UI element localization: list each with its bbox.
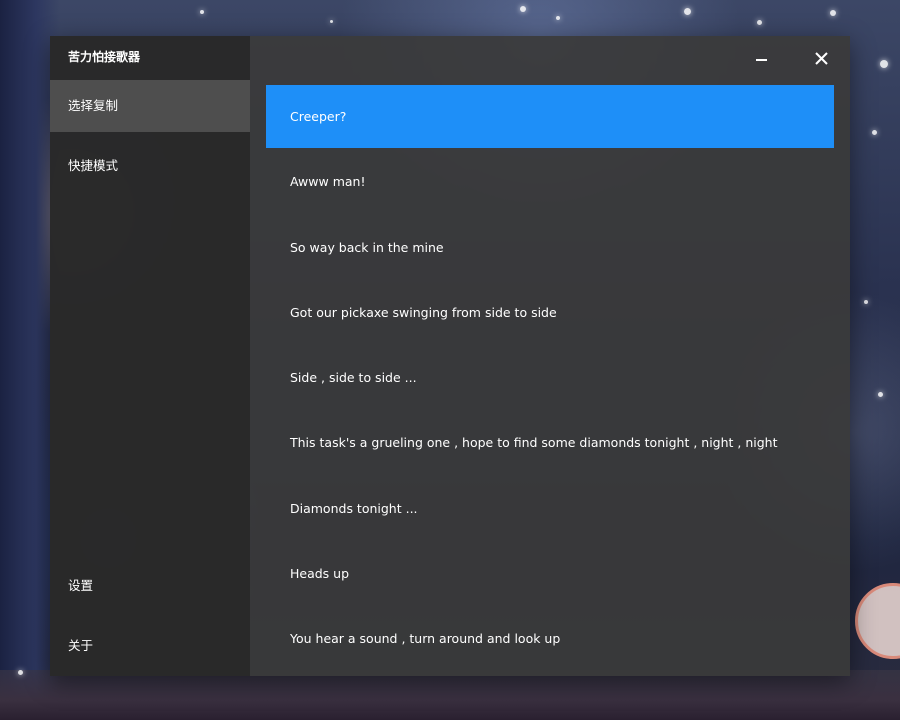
minimize-icon <box>755 59 767 61</box>
sparkle <box>830 10 836 16</box>
lyric-line[interactable]: This task's a grueling one , hope to fin… <box>266 411 834 474</box>
lyric-line[interactable]: Side , side to side ... <box>266 346 834 409</box>
lyric-line[interactable]: Got our pickaxe swinging from side to si… <box>266 281 834 344</box>
lyrics-list: Creeper? Awww man! So way back in the mi… <box>266 85 834 673</box>
sparkle <box>556 16 560 20</box>
minimize-button[interactable] <box>746 44 776 72</box>
lyric-line[interactable]: Diamonds tonight ... <box>266 477 834 540</box>
sparkle <box>880 60 888 68</box>
sidebar-item-settings[interactable]: 设置 <box>50 556 250 616</box>
app-window: 苦力怕接歌器 选择复制 快捷模式 设置 关于 Creeper? Awww man… <box>50 36 850 676</box>
close-icon <box>814 51 828 65</box>
wallpaper-floor <box>0 670 900 720</box>
sidebar-bottom-nav: 设置 关于 <box>50 556 250 676</box>
app-title: 苦力怕接歌器 <box>68 50 141 64</box>
sidebar-item-select-copy[interactable]: 选择复制 <box>50 80 250 132</box>
sparkle <box>757 20 762 25</box>
sidebar-item-quick-mode[interactable]: 快捷模式 <box>50 140 250 192</box>
lyric-line[interactable]: Creeper? <box>266 85 834 148</box>
sparkle <box>520 6 526 12</box>
close-button[interactable] <box>806 44 836 72</box>
sparkle <box>872 130 877 135</box>
sparkle <box>684 8 691 15</box>
sidebar: 苦力怕接歌器 选择复制 快捷模式 设置 关于 <box>50 36 250 676</box>
lyric-line[interactable]: So way back in the mine <box>266 216 834 279</box>
sparkle <box>18 670 23 675</box>
sidebar-item-about[interactable]: 关于 <box>50 616 250 676</box>
main-content: Creeper? Awww man! So way back in the mi… <box>250 36 850 676</box>
wallpaper-stamp <box>855 583 900 659</box>
sidebar-nav: 选择复制 快捷模式 <box>50 80 250 192</box>
sparkle <box>864 300 868 304</box>
lyric-line[interactable]: You hear a sound , turn around and look … <box>266 607 834 670</box>
lyric-line[interactable]: Heads up <box>266 542 834 605</box>
sparkle <box>330 20 333 23</box>
sparkle <box>878 392 883 397</box>
title-bar <box>250 36 850 80</box>
desktop-wallpaper: 苦力怕接歌器 选择复制 快捷模式 设置 关于 Creeper? Awww man… <box>0 0 900 720</box>
sparkle <box>200 10 204 14</box>
lyric-line[interactable]: Awww man! <box>266 150 834 213</box>
